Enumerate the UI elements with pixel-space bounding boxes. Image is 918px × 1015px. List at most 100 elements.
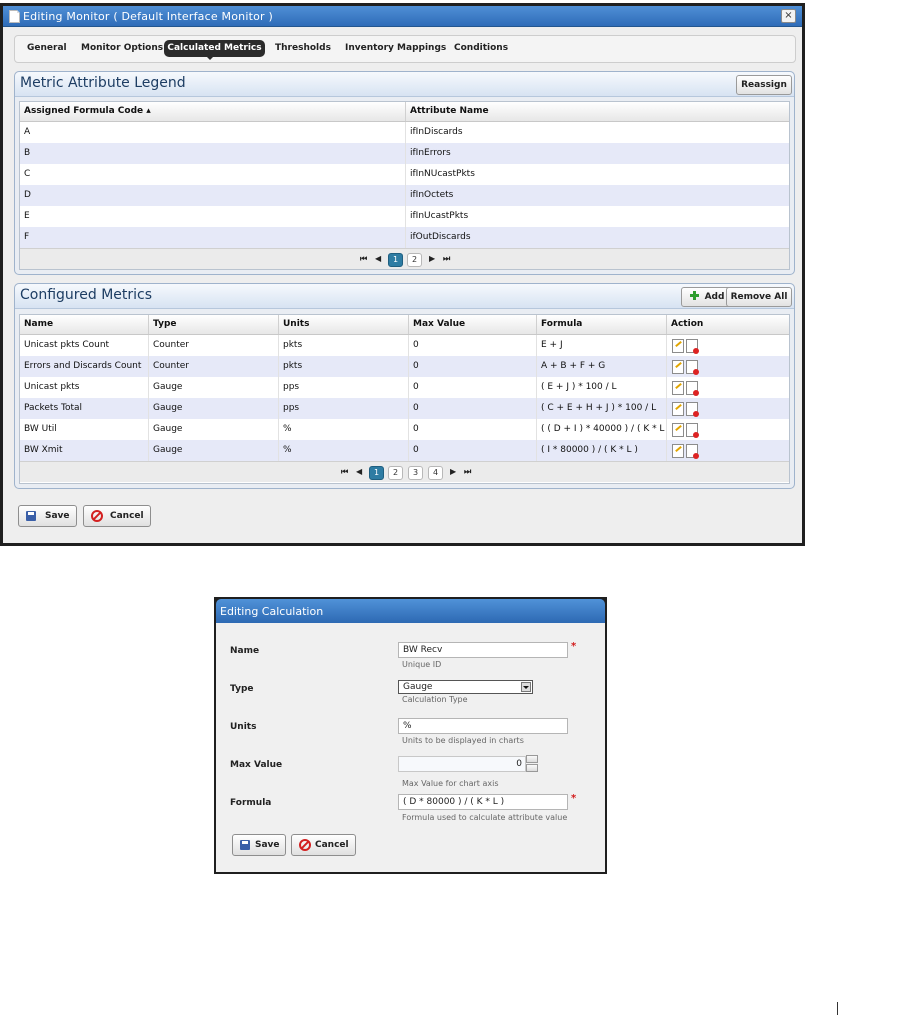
metric-name-cell: BW Util — [20, 419, 149, 440]
column-attribute-name[interactable]: Attribute Name — [406, 102, 789, 121]
table-row[interactable]: Unicast pkts Gauge pps 0 ( E + J ) * 100… — [20, 377, 789, 398]
column-name[interactable]: Name — [20, 315, 149, 334]
next-page-icon[interactable]: ▶ — [450, 467, 456, 476]
add-label: Add — [704, 292, 725, 302]
column-type[interactable]: Type — [149, 315, 279, 334]
tab-general[interactable]: General — [27, 40, 67, 57]
table-row[interactable]: C ifInNUcastPkts — [20, 164, 789, 185]
tab-inventory-mappings[interactable]: Inventory Mappings — [345, 40, 446, 57]
prev-page-icon[interactable]: ◀ — [356, 467, 362, 476]
window-content: General Monitor Options Calculated Metri… — [3, 27, 802, 543]
tab-conditions[interactable]: Conditions — [454, 40, 508, 57]
delete-icon[interactable] — [686, 402, 699, 417]
spin-down-button[interactable] — [526, 764, 538, 772]
delete-icon[interactable] — [686, 339, 699, 354]
column-units[interactable]: Units — [279, 315, 409, 334]
delete-icon[interactable] — [686, 381, 699, 396]
attribute-name-cell: ifInNUcastPkts — [410, 169, 475, 179]
prev-page-icon[interactable]: ◀ — [375, 254, 381, 263]
page-divider — [837, 1002, 838, 1015]
close-button[interactable]: × — [781, 9, 796, 23]
last-page-icon[interactable]: ⏭ — [443, 254, 450, 264]
configured-metrics-panel: Configured Metrics Add Remove All Name T… — [14, 283, 795, 489]
delete-icon[interactable] — [686, 360, 699, 375]
metric-type-cell: Gauge — [149, 440, 279, 461]
table-row[interactable]: F ifOutDiscards — [20, 227, 789, 248]
edit-icon[interactable] — [672, 360, 684, 374]
page-1-button[interactable]: 1 — [388, 253, 403, 267]
metric-formula-cell: ( C + E + H + J ) * 100 / L — [537, 398, 667, 419]
units-field[interactable]: % — [398, 718, 568, 734]
column-formula[interactable]: Formula — [537, 315, 667, 334]
metric-type-cell: Counter — [149, 356, 279, 377]
floppy-disk-icon — [240, 840, 250, 850]
dialog-cancel-button[interactable]: Cancel — [291, 834, 356, 856]
metric-units-cell: pps — [279, 398, 409, 419]
page-1-button[interactable]: 1 — [369, 466, 384, 480]
formula-label: Formula — [230, 798, 272, 808]
formula-code-cell: E — [20, 206, 406, 227]
reassign-button[interactable]: Reassign — [736, 75, 792, 95]
first-page-icon[interactable]: ⏮ — [360, 254, 367, 264]
edit-icon[interactable] — [672, 423, 684, 437]
metric-units-cell: pkts — [279, 335, 409, 356]
attribute-name-cell: ifInDiscards — [410, 127, 463, 137]
type-label: Type — [230, 684, 254, 694]
no-entry-icon — [299, 839, 311, 851]
delete-icon[interactable] — [686, 444, 699, 459]
table-row[interactable]: A ifInDiscards — [20, 122, 789, 143]
legend-grid: Assigned Formula Code ▴ Attribute Name A… — [19, 101, 790, 270]
max-value-field[interactable]: 0 — [398, 756, 526, 772]
dialog-titlebar[interactable]: Editing Calculation — [216, 599, 605, 623]
tab-thresholds[interactable]: Thresholds — [275, 40, 331, 57]
table-row[interactable]: Packets Total Gauge pps 0 ( C + E + H + … — [20, 398, 789, 419]
units-label: Units — [230, 722, 257, 732]
dialog-save-label: Save — [255, 840, 280, 850]
delete-icon[interactable] — [686, 423, 699, 438]
table-row[interactable]: B ifInErrors — [20, 143, 789, 164]
metric-max-value-cell: 0 — [409, 377, 537, 398]
cancel-button[interactable]: Cancel — [83, 505, 151, 527]
spin-up-button[interactable] — [526, 755, 538, 763]
name-field[interactable]: BW Recv — [398, 642, 568, 658]
legend-panel-header: Metric Attribute Legend Reassign — [15, 72, 794, 97]
save-button[interactable]: Save — [18, 505, 77, 527]
last-page-icon[interactable]: ⏭ — [464, 467, 471, 477]
units-hint: Units to be displayed in charts — [402, 736, 524, 745]
dialog-body: Name BW Recv * Unique ID Type Gauge Calc… — [216, 623, 605, 872]
edit-icon[interactable] — [672, 381, 684, 395]
page-3-button[interactable]: 3 — [408, 466, 423, 480]
type-select[interactable]: Gauge — [398, 680, 533, 694]
remove-all-button[interactable]: Remove All — [726, 287, 792, 307]
column-max-value[interactable]: Max Value — [409, 315, 537, 334]
attribute-name-cell: ifInOctets — [410, 190, 454, 200]
first-page-icon[interactable]: ⏮ — [341, 467, 348, 477]
dialog-save-button[interactable]: Save — [232, 834, 286, 856]
metrics-pager: ⏮ ◀ 1 2 3 4 ▶ ⏭ — [20, 461, 789, 482]
column-assigned-formula-code[interactable]: Assigned Formula Code ▴ — [20, 102, 406, 121]
edit-icon[interactable] — [672, 402, 684, 416]
formula-field[interactable]: ( D * 80000 ) / ( K * L ) — [398, 794, 568, 810]
table-row[interactable]: BW Util Gauge % 0 ( ( D + I ) * 40000 ) … — [20, 419, 789, 440]
page-4-button[interactable]: 4 — [428, 466, 443, 480]
table-row[interactable]: Unicast pkts Count Counter pkts 0 E + J — [20, 335, 789, 356]
table-row[interactable]: BW Xmit Gauge % 0 ( I * 80000 ) / ( K * … — [20, 440, 789, 461]
table-row[interactable]: Errors and Discards Count Counter pkts 0… — [20, 356, 789, 377]
edit-icon[interactable] — [672, 339, 684, 353]
metric-formula-cell: E + J — [537, 335, 667, 356]
next-page-icon[interactable]: ▶ — [429, 254, 435, 263]
metric-max-value-cell: 0 — [409, 335, 537, 356]
window-titlebar[interactable]: Editing Monitor ( Default Interface Moni… — [3, 6, 802, 27]
save-label: Save — [45, 511, 70, 521]
table-row[interactable]: D ifInOctets — [20, 185, 789, 206]
no-entry-icon — [91, 510, 103, 522]
page-2-button[interactable]: 2 — [407, 253, 422, 267]
tab-bar: General Monitor Options Calculated Metri… — [14, 35, 796, 63]
table-row[interactable]: E ifInUcastPkts — [20, 206, 789, 227]
attribute-name-cell: ifInErrors — [410, 148, 451, 158]
edit-icon[interactable] — [672, 444, 684, 458]
tab-monitor-options[interactable]: Monitor Options — [81, 40, 163, 57]
cancel-label: Cancel — [110, 511, 144, 521]
metrics-grid-header: Name Type Units Max Value Formula Action — [20, 315, 789, 335]
page-2-button[interactable]: 2 — [388, 466, 403, 480]
